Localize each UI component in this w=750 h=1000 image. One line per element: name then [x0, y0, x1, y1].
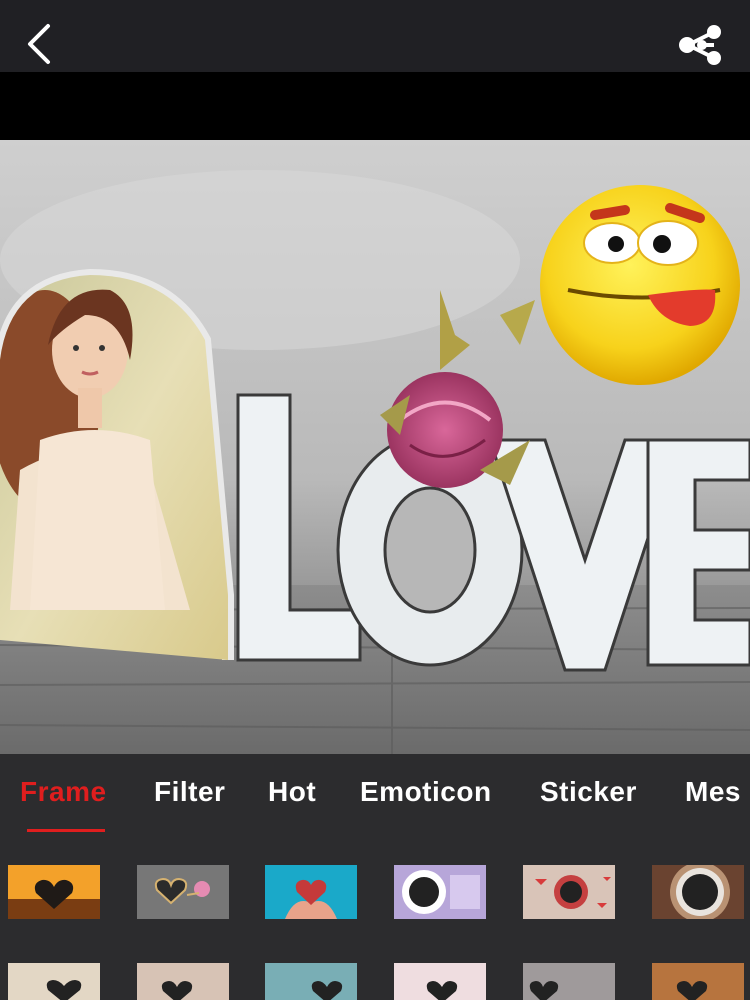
frame-thumb-4[interactable]	[394, 865, 486, 919]
tab-frame[interactable]: Frame	[20, 776, 107, 808]
back-button[interactable]	[22, 22, 58, 66]
active-tab-indicator	[27, 829, 105, 832]
tab-emoticon[interactable]: Emoticon	[360, 776, 492, 808]
share-icon	[679, 25, 721, 65]
back-arrow-icon	[28, 24, 50, 64]
editor-canvas	[0, 72, 750, 758]
tab-bar: Frame Filter Hot Emoticon Sticker Mes	[0, 754, 750, 834]
frame-thumb-9[interactable]	[265, 963, 357, 1000]
frame-thumb-8[interactable]	[137, 963, 229, 1000]
emoticon-sticker[interactable]	[540, 185, 740, 385]
frame-thumb-2[interactable]	[137, 865, 229, 919]
love-frame-photo[interactable]	[0, 140, 750, 758]
tab-filter[interactable]: Filter	[154, 776, 225, 808]
frame-thumb-7[interactable]	[8, 963, 100, 1000]
top-bar	[0, 0, 750, 72]
frame-thumb-10[interactable]	[394, 963, 486, 1000]
tab-message[interactable]: Mes	[685, 776, 741, 808]
frame-thumb-12[interactable]	[652, 963, 744, 1000]
share-button[interactable]	[678, 24, 724, 66]
tab-hot[interactable]: Hot	[268, 776, 316, 808]
bottom-panel: Frame Filter Hot Emoticon Sticker Mes	[0, 754, 750, 1000]
frame-thumb-11[interactable]	[523, 963, 615, 1000]
frame-thumb-5[interactable]	[523, 865, 615, 919]
frame-thumb-6[interactable]	[652, 865, 744, 919]
frame-thumb-1[interactable]	[8, 865, 100, 919]
frame-thumb-3[interactable]	[265, 865, 357, 919]
tab-sticker[interactable]: Sticker	[540, 776, 637, 808]
